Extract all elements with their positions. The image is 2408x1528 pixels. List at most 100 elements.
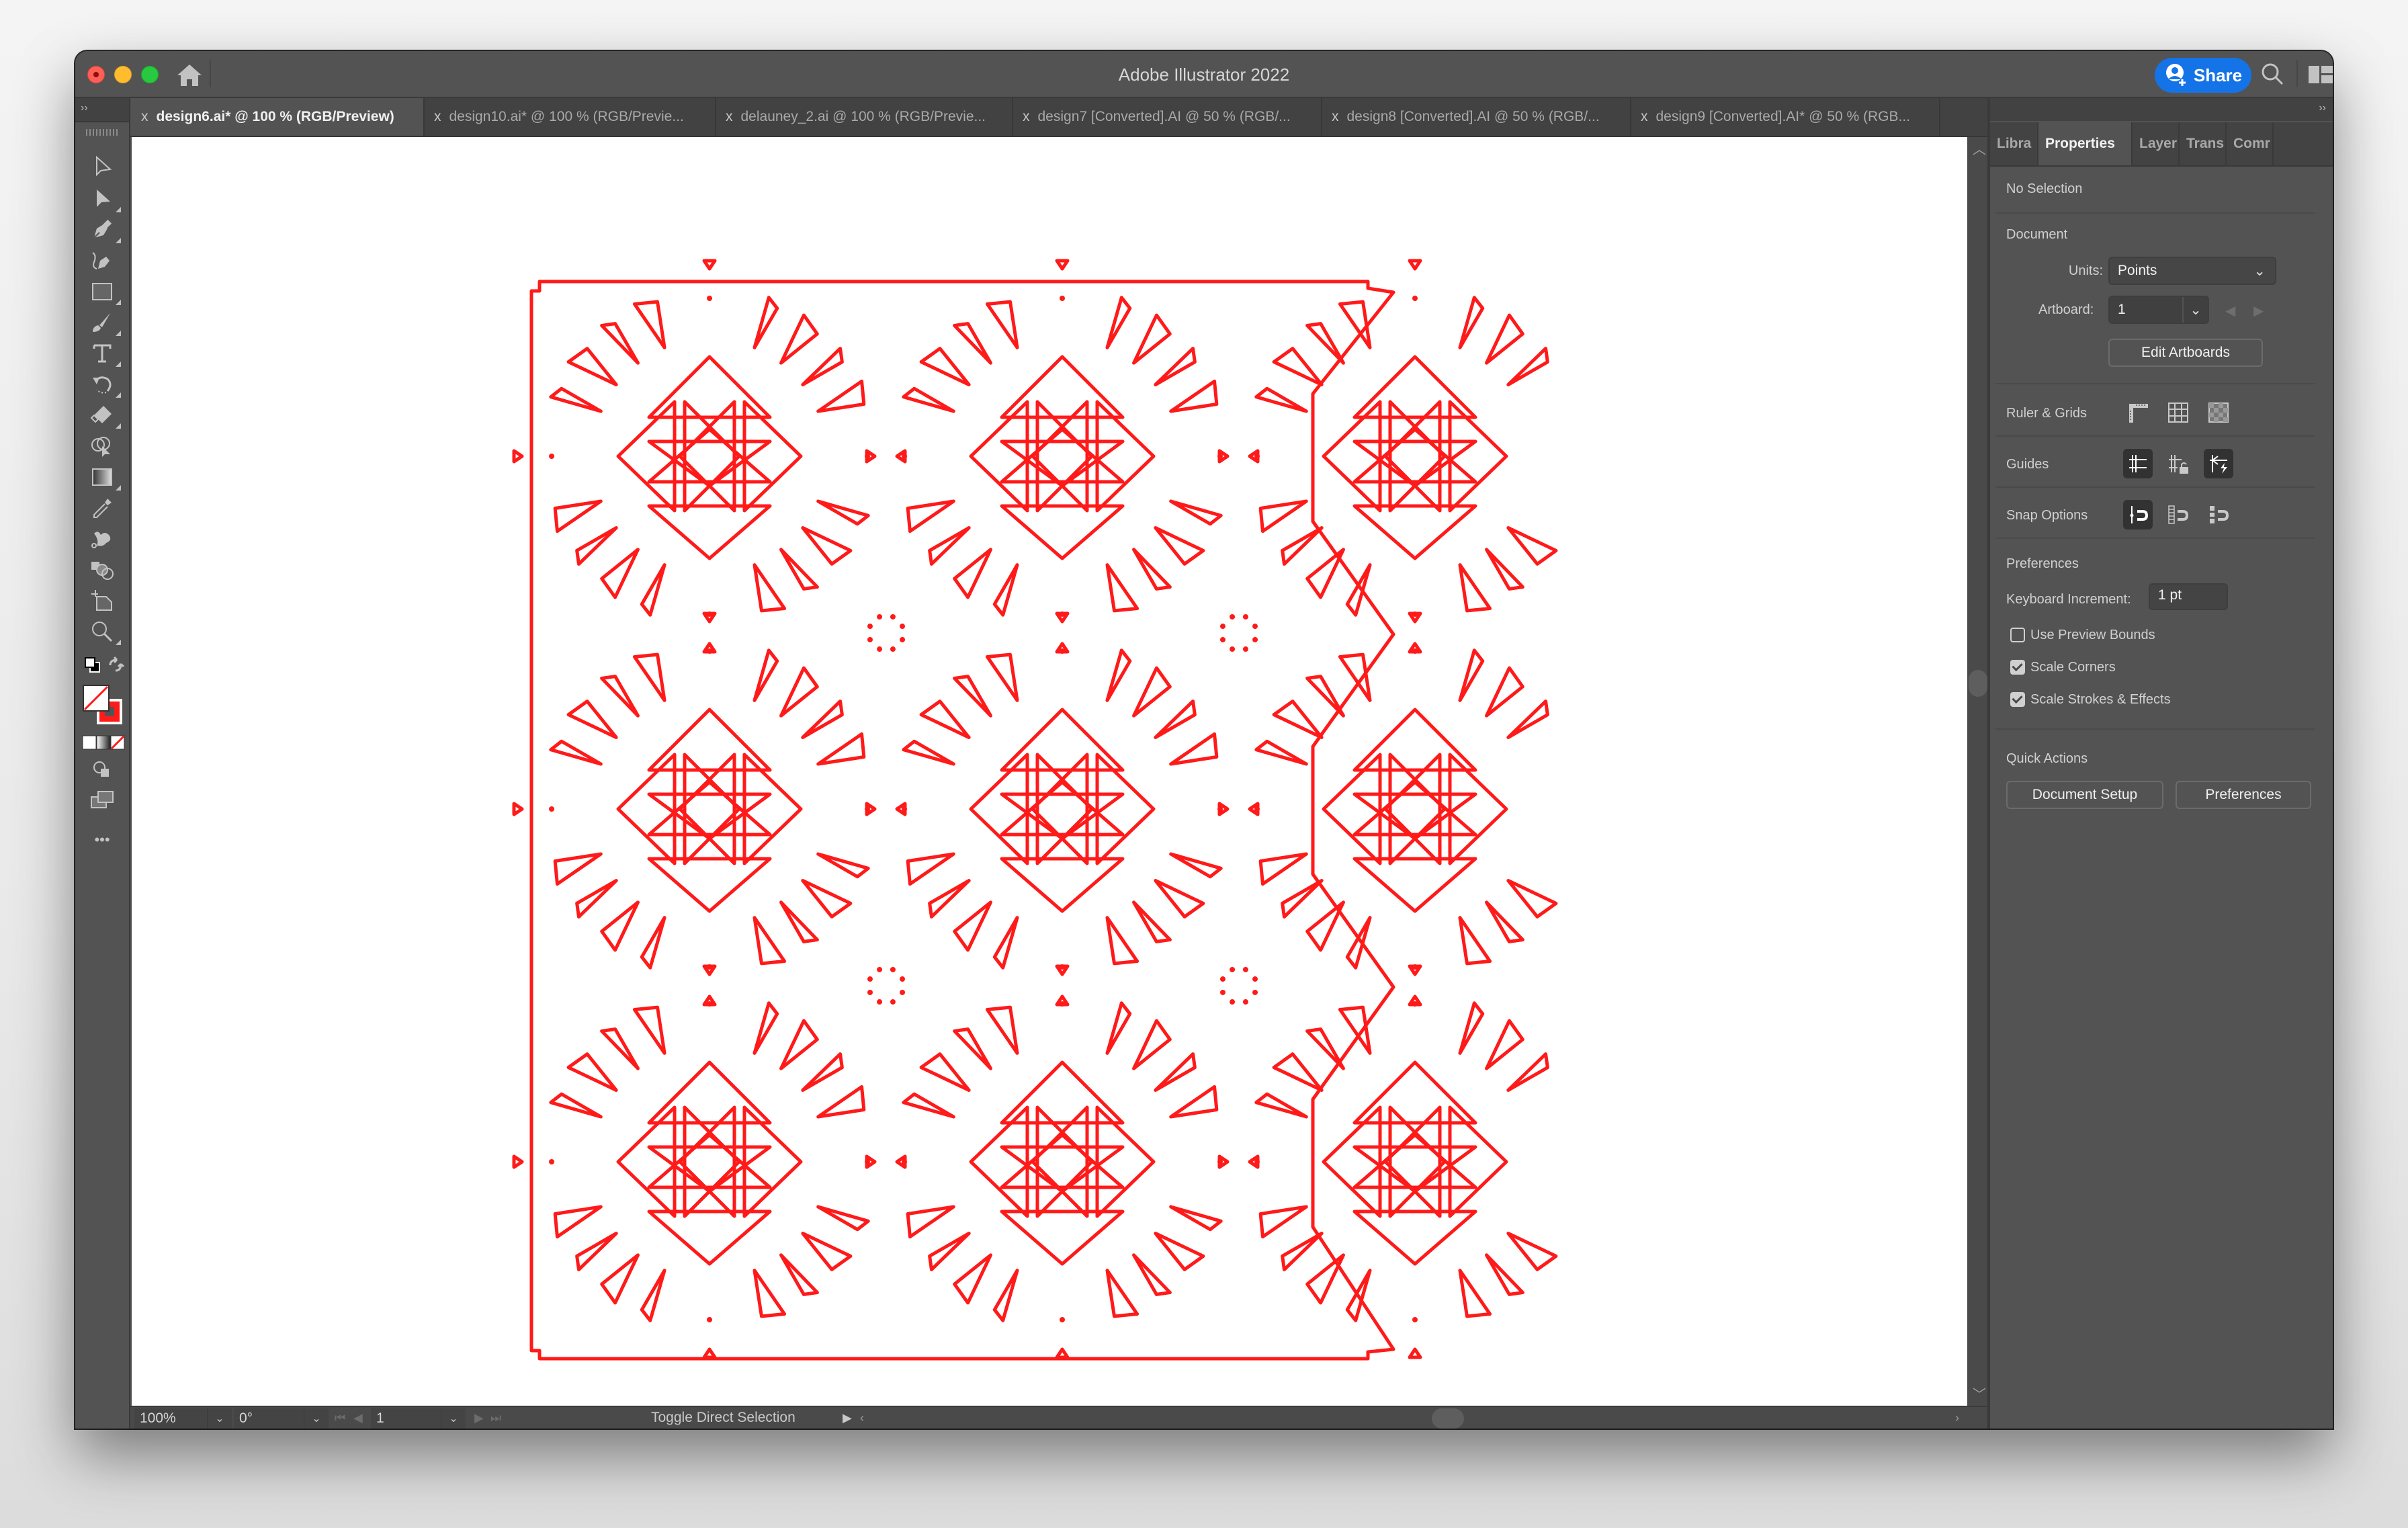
type-tool[interactable] [87, 340, 121, 367]
fill-stroke-swatches[interactable] [82, 684, 125, 727]
spike[interactable] [553, 499, 603, 534]
eraser-tool[interactable] [87, 402, 121, 429]
center-triangle[interactable] [1352, 792, 1477, 841]
eyedropper-tool[interactable] [87, 495, 117, 521]
close-tab-icon[interactable]: x [726, 109, 733, 125]
keyboard-increment-input[interactable]: 1 pt [2149, 583, 2228, 610]
spike[interactable] [953, 1253, 992, 1305]
small-triangle[interactable] [1408, 1347, 1422, 1359]
spike[interactable] [1485, 548, 1524, 591]
direct-selection-tool[interactable] [87, 153, 117, 180]
zoom-dropdown-icon[interactable]: ⌄ [207, 1408, 232, 1429]
center-triangle[interactable] [1000, 1209, 1125, 1266]
small-triangle[interactable] [1217, 449, 1230, 464]
last-artboard-icon[interactable]: ⏭ [490, 1411, 501, 1425]
spike[interactable] [779, 313, 819, 365]
zoom-tool[interactable] [87, 618, 121, 645]
center-triangle[interactable] [647, 439, 772, 488]
spike[interactable] [992, 916, 1019, 970]
spike[interactable] [1169, 732, 1219, 766]
arrange-documents-icon[interactable] [2309, 66, 2333, 83]
ring-dot[interactable] [877, 999, 883, 1005]
ring-dot[interactable] [877, 966, 883, 972]
spike[interactable] [801, 699, 844, 739]
spike[interactable] [1258, 1205, 1308, 1239]
spike[interactable] [1305, 1027, 1345, 1070]
spike[interactable] [640, 916, 666, 970]
spike[interactable] [1506, 1232, 1558, 1271]
small-triangle[interactable] [1217, 802, 1230, 816]
spike[interactable] [1258, 852, 1308, 886]
center-triangle[interactable] [1352, 1145, 1477, 1193]
shape-builder-tool[interactable] [87, 433, 117, 460]
small-triangle[interactable] [1055, 611, 1070, 624]
spike[interactable] [1105, 648, 1132, 702]
ring-dot[interactable] [867, 636, 873, 642]
vertical-scroll-thumb[interactable] [1969, 670, 1987, 697]
collapse-toolbar-button[interactable]: ›› [75, 98, 129, 122]
spike[interactable] [919, 699, 971, 739]
close-tab-icon[interactable]: x [1641, 109, 1648, 125]
spike[interactable] [816, 499, 870, 526]
tab-properties[interactable]: Properties [2038, 122, 2133, 165]
center-dot[interactable] [1412, 296, 1418, 301]
spike[interactable] [1506, 699, 1549, 739]
tab-design6[interactable]: x design6.ai* @ 100 % (RGB/Preview) [130, 98, 425, 136]
center-dot[interactable] [902, 806, 907, 812]
spike[interactable] [902, 386, 955, 413]
previous-artboard-icon[interactable]: ◀ [353, 1411, 363, 1425]
spike[interactable] [1272, 1052, 1324, 1092]
spike[interactable] [600, 675, 640, 718]
spike[interactable] [1506, 879, 1558, 919]
spike[interactable] [816, 852, 870, 879]
zoom-level-field[interactable]: 100% [134, 1408, 207, 1429]
ring-dot[interactable] [877, 613, 883, 620]
spike[interactable] [902, 739, 955, 766]
spike[interactable] [1105, 1001, 1132, 1055]
spike[interactable] [985, 652, 1019, 702]
ring-dot[interactable] [890, 999, 896, 1005]
scale-strokes-effects-label[interactable]: Scale Strokes & Effects [2030, 692, 2171, 708]
snap-to-pixel-icon[interactable] [2163, 500, 2193, 529]
center-triangle[interactable] [647, 857, 772, 913]
center-triangle[interactable] [647, 792, 772, 841]
grid-icon[interactable] [2163, 398, 2193, 427]
center-dot[interactable] [549, 454, 554, 459]
first-artboard-icon[interactable]: ⏮ [335, 1411, 345, 1425]
spike[interactable] [953, 1027, 992, 1070]
edit-artboards-button[interactable]: Edit Artboards [2108, 339, 2263, 367]
tab-design7[interactable]: x design7 [Converted].AI @ 50 % (RGB/... [1012, 98, 1322, 136]
spike[interactable] [1458, 1269, 1492, 1318]
spike[interactable] [928, 526, 971, 566]
scroll-down-icon[interactable]: ﹀ [1973, 1384, 1986, 1403]
spike[interactable] [1132, 1019, 1172, 1070]
show-guides-icon[interactable] [2123, 449, 2153, 478]
ring-dot[interactable] [1252, 624, 1258, 630]
spike[interactable] [632, 300, 666, 349]
center-dot[interactable] [549, 1159, 554, 1164]
spike[interactable] [801, 526, 853, 566]
spike[interactable] [801, 879, 853, 919]
spike[interactable] [566, 699, 618, 739]
center-dot[interactable] [1412, 1317, 1418, 1322]
spike[interactable] [801, 347, 844, 386]
small-triangle[interactable] [702, 1347, 717, 1359]
center-triangle[interactable] [1352, 439, 1477, 488]
rotation-dropdown-icon[interactable]: ⌄ [304, 1408, 329, 1429]
smart-guides-icon[interactable] [2204, 449, 2233, 478]
spike[interactable] [779, 666, 819, 718]
ring-dot[interactable] [1219, 976, 1226, 982]
previous-artboard-icon[interactable]: ◀ [2225, 302, 2235, 319]
spike[interactable] [985, 1005, 1019, 1055]
chevron-down-icon[interactable]: ⌄ [2182, 297, 2208, 323]
ring-dot[interactable] [1219, 989, 1226, 995]
ring-dot[interactable] [1252, 989, 1258, 995]
tab-layers[interactable]: Layer [2133, 122, 2180, 165]
spike[interactable] [1485, 666, 1524, 718]
scroll-up-icon[interactable]: ︿ [1973, 138, 1986, 158]
center-triangle[interactable] [1000, 857, 1125, 913]
spike[interactable] [1485, 1253, 1524, 1296]
spike[interactable] [1105, 1269, 1140, 1318]
small-triangle[interactable] [865, 449, 877, 464]
spike[interactable] [553, 852, 603, 886]
